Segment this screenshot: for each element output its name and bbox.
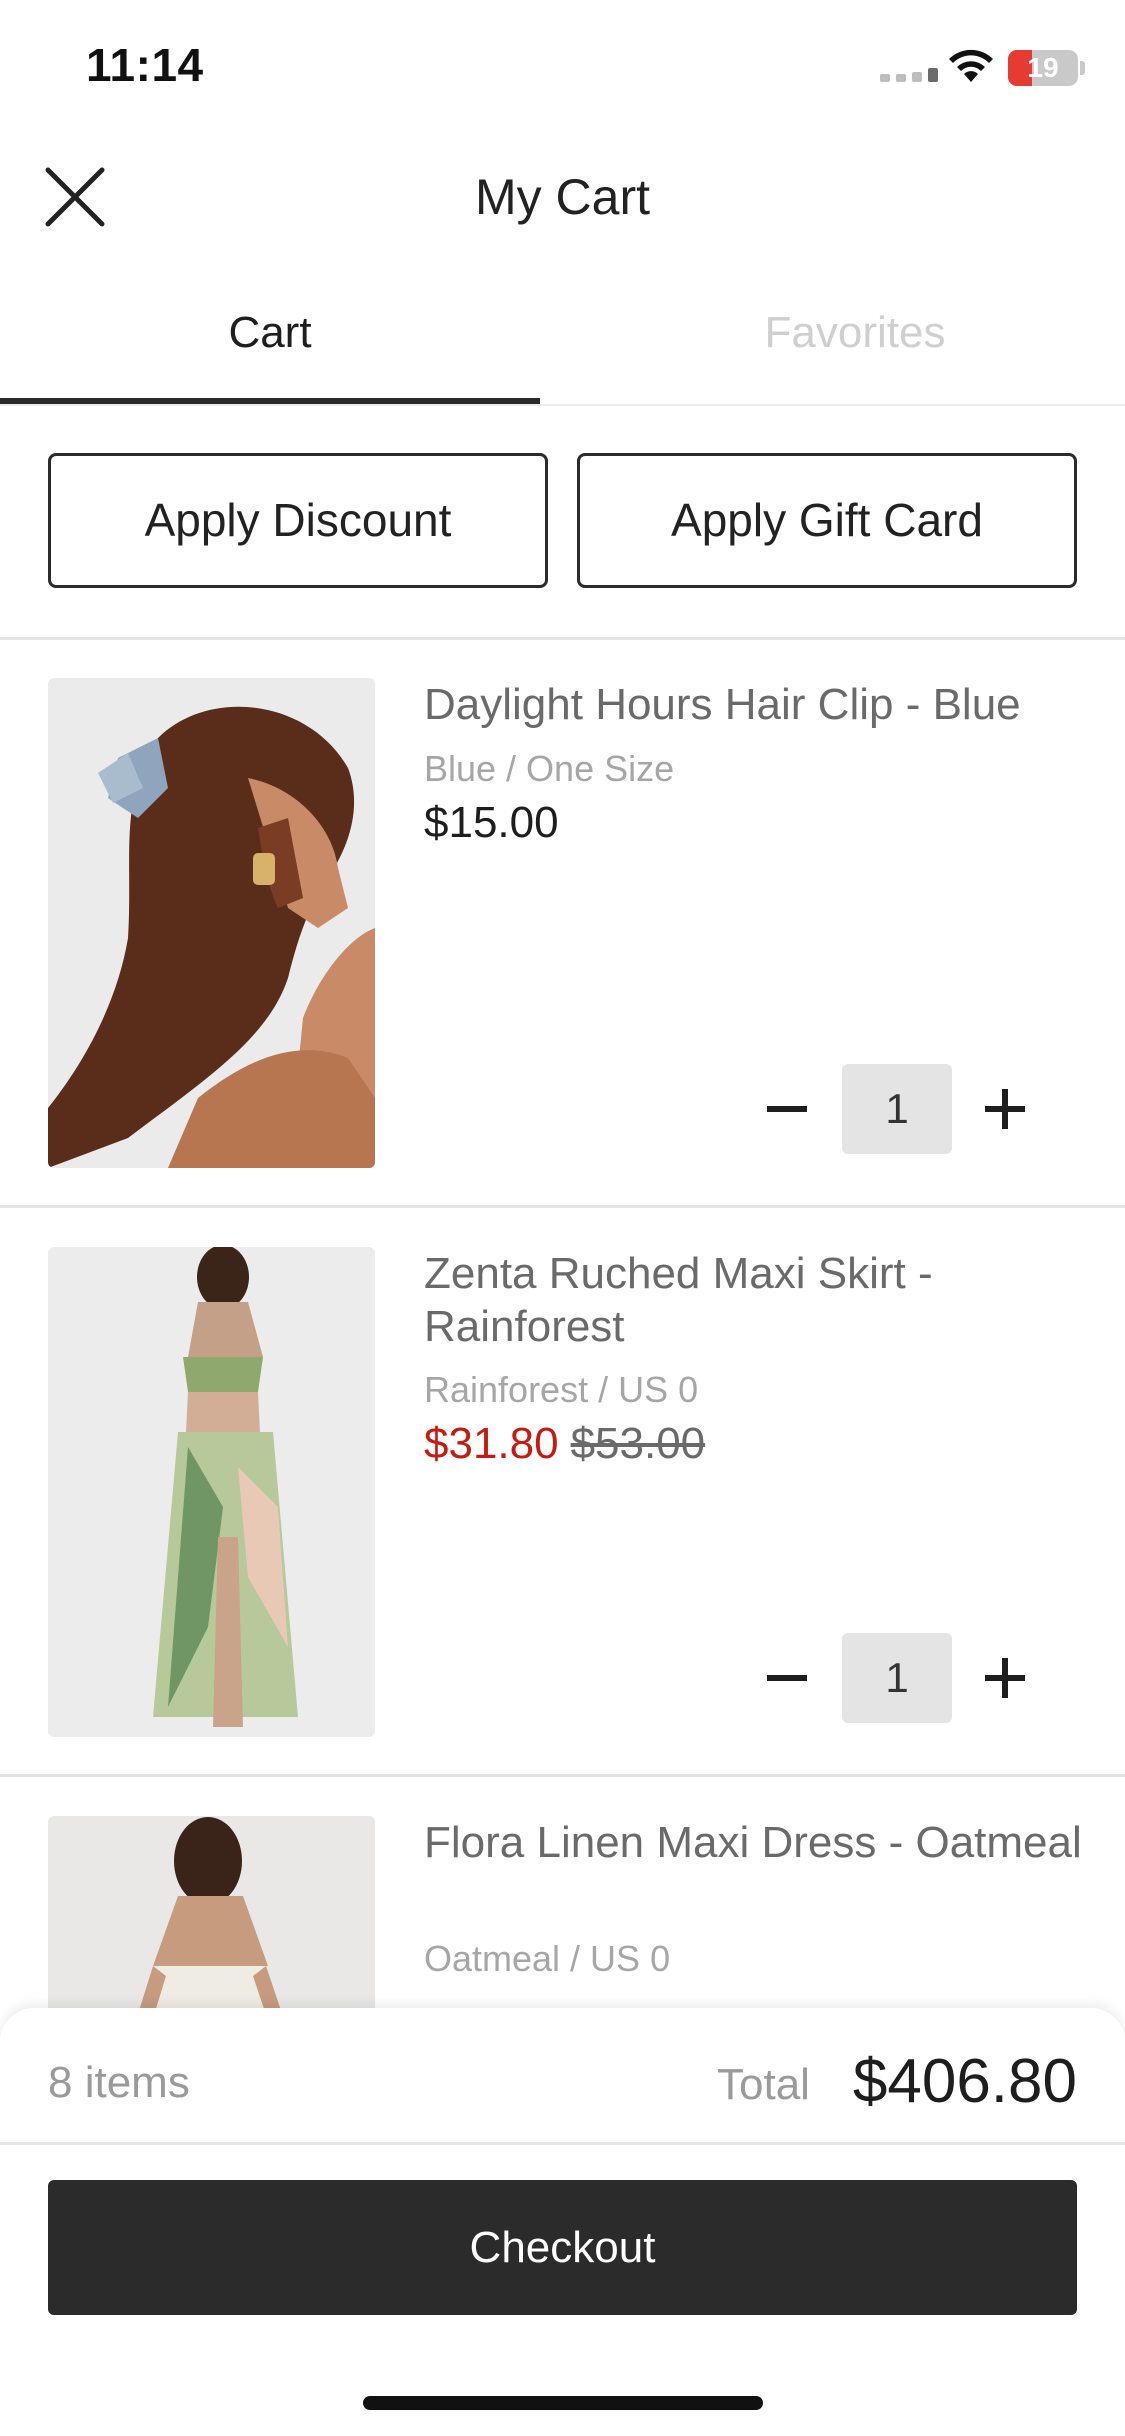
- page-title: My Cart: [475, 169, 650, 225]
- decrease-quantity-button[interactable]: [752, 1064, 822, 1154]
- product-photo[interactable]: [48, 1247, 375, 1737]
- increase-quantity-button[interactable]: [970, 1064, 1040, 1154]
- checkout-button[interactable]: Checkout: [48, 2180, 1077, 2315]
- quantity-stepper: 1: [752, 1064, 1040, 1154]
- product-photo[interactable]: [48, 678, 375, 1168]
- home-indicator[interactable]: [363, 2396, 763, 2410]
- product-price-row: $31.80 $53.00: [424, 1419, 705, 1469]
- product-name[interactable]: Zenta Ruched Maxi Skirt - Rainforest: [424, 1247, 1084, 1353]
- battery-tip: [1080, 61, 1085, 75]
- tab-cart[interactable]: Cart: [0, 288, 540, 406]
- cellular-signal-icon: [880, 68, 938, 82]
- quantity-value[interactable]: 1: [842, 1633, 952, 1723]
- cart-item: Zenta Ruched Maxi Skirt - Rainforest Rai…: [0, 1247, 1125, 1777]
- product-price: $15.00: [424, 798, 559, 847]
- product-name[interactable]: Daylight Hours Hair Clip - Blue: [424, 678, 1084, 731]
- tab-favorites[interactable]: Favorites: [585, 288, 1125, 406]
- divider: [0, 637, 1125, 640]
- sale-price: $31.80: [424, 1419, 559, 1468]
- product-variant: Oatmeal / US 0: [424, 1938, 671, 1979]
- tab-bar: Cart Favorites: [0, 288, 1125, 406]
- total-label: Total: [717, 2060, 810, 2109]
- battery-icon: 19: [1008, 50, 1078, 86]
- items-count: 8 items: [48, 2058, 190, 2107]
- status-time: 11:14: [86, 39, 204, 91]
- checkout-panel: 8 items Total $406.80 Checkout: [0, 2008, 1125, 2436]
- quantity-stepper: 1: [752, 1633, 1040, 1723]
- product-variant: Blue / One Size: [424, 748, 675, 789]
- total-value: $406.80: [852, 2047, 1077, 2116]
- battery-level: 19: [1027, 52, 1059, 83]
- active-tab-indicator: [0, 398, 540, 404]
- wifi-icon: [949, 49, 993, 82]
- apply-gift-card-button[interactable]: Apply Gift Card: [577, 453, 1077, 588]
- decrease-quantity-button[interactable]: [752, 1633, 822, 1723]
- cart-item: Flora Linen Maxi Dress - Oatmeal Oatmeal…: [0, 1816, 1125, 2306]
- divider: [0, 1205, 1125, 1208]
- divider: [0, 1774, 1125, 1777]
- apply-discount-button[interactable]: Apply Discount: [48, 453, 548, 588]
- product-variant: Rainforest / US 0: [424, 1369, 699, 1410]
- divider: [0, 2142, 1125, 2145]
- original-price: $53.00: [570, 1419, 706, 1468]
- header: My Cart: [0, 140, 1125, 260]
- quantity-value[interactable]: 1: [842, 1064, 952, 1154]
- product-name[interactable]: Flora Linen Maxi Dress - Oatmeal: [424, 1816, 1084, 1869]
- status-bar: 11:14 19: [0, 0, 1125, 140]
- cart-item: Daylight Hours Hair Clip - Blue Blue / O…: [0, 678, 1125, 1208]
- increase-quantity-button[interactable]: [970, 1633, 1040, 1723]
